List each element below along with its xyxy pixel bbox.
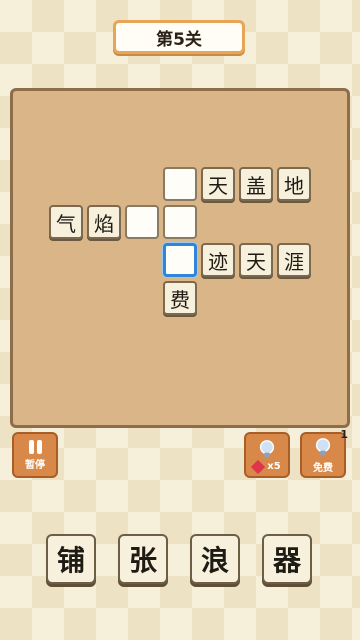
answer-tile[interactable]: 浪: [190, 534, 240, 584]
board-cell[interactable]: 气: [49, 205, 83, 239]
hint-button-paid[interactable]: x5: [244, 432, 290, 478]
gem-icon: [251, 459, 266, 474]
board-cell-empty[interactable]: [163, 205, 197, 239]
lightbulb-icon: [315, 438, 331, 456]
answer-tile[interactable]: 器: [262, 534, 312, 584]
board-cell[interactable]: 天: [239, 243, 273, 277]
board-cell[interactable]: 迹: [201, 243, 235, 277]
lightbulb-icon: [259, 440, 275, 458]
board-cell-selected[interactable]: [163, 243, 197, 277]
board-cell[interactable]: 焰: [87, 205, 121, 239]
free-hint-count: 1: [340, 428, 348, 441]
board-cell[interactable]: 地: [277, 167, 311, 201]
board-cell-empty[interactable]: [163, 167, 197, 201]
answer-tile[interactable]: 张: [118, 534, 168, 584]
pause-label: 暂停: [25, 459, 45, 471]
pause-button[interactable]: 暂停: [12, 432, 58, 478]
puzzle-board: 天 盖 地 气 焰 迹 天 涯 费: [10, 88, 350, 428]
board-cell[interactable]: 费: [163, 281, 197, 315]
hint-cost: x5: [267, 461, 281, 472]
board-cell[interactable]: 涯: [277, 243, 311, 277]
board-cell-empty[interactable]: [125, 205, 159, 239]
pause-icon: [28, 439, 42, 454]
answer-tile[interactable]: 铺: [46, 534, 96, 584]
board-cell[interactable]: 盖: [239, 167, 273, 201]
board-cell[interactable]: 天: [201, 167, 235, 201]
hint-button-free[interactable]: 1 免费: [300, 428, 348, 478]
level-title: 第5关: [113, 20, 245, 54]
free-label: 免费: [313, 463, 333, 474]
